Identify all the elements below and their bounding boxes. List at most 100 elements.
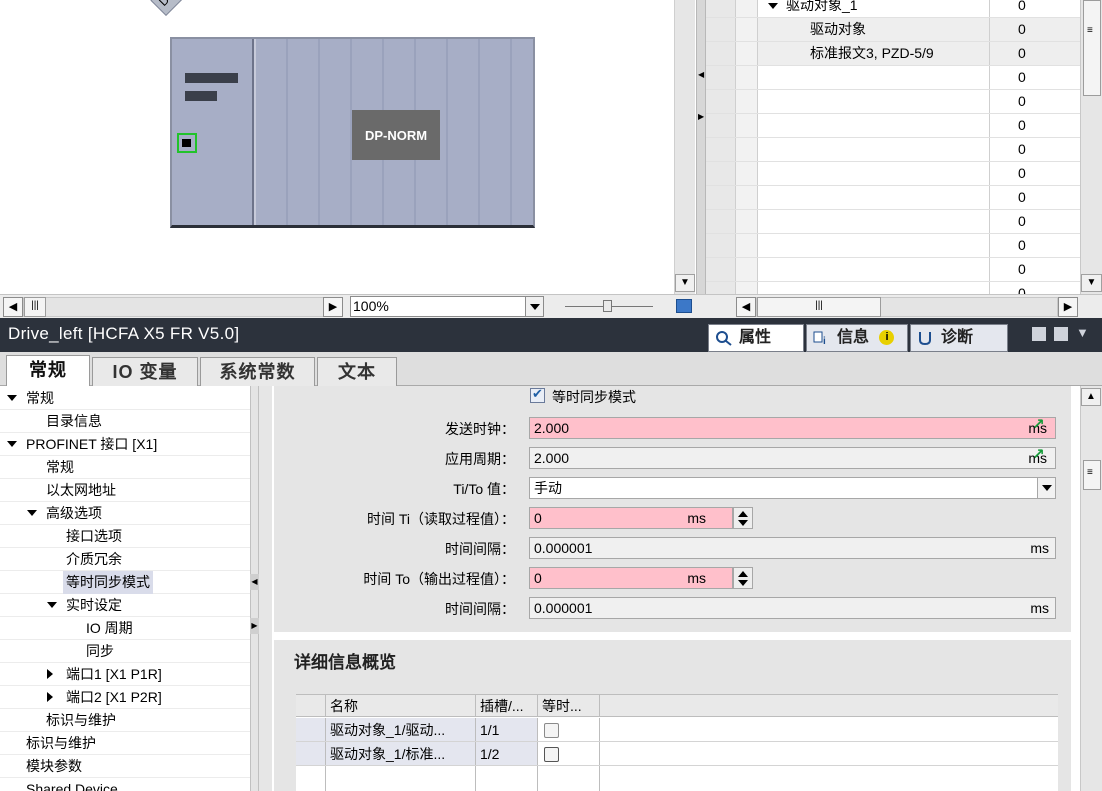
nav-tree-item[interactable]: 常规 [0, 387, 250, 410]
overview-row[interactable]: 0 [706, 162, 1080, 186]
nav-tree-item[interactable]: 标识与维护 [0, 732, 250, 755]
scroll-right-button[interactable]: ▶ [1058, 297, 1078, 317]
nav-tree-item[interactable]: 目录信息 [0, 410, 250, 433]
row-iso-checkbox[interactable] [544, 723, 559, 738]
ti-input[interactable]: 0 ms [529, 507, 733, 529]
overview-row[interactable]: 0 [706, 186, 1080, 210]
nav-tree-item[interactable]: 标识与维护 [0, 709, 250, 732]
nav-tree-item[interactable]: 高级选项 [0, 502, 250, 525]
collapse-right-icon[interactable]: ▶ [698, 112, 704, 121]
tab-info[interactable]: i 信息 i [806, 324, 908, 352]
zoom-slider-knob[interactable] [603, 300, 612, 312]
overview-row[interactable]: 驱动对象_1 0 [706, 0, 1080, 18]
head-module[interactable] [172, 39, 254, 225]
scroll-down-button[interactable]: ▼ [675, 274, 695, 292]
overview-horizontal-scrollbar[interactable]: ||| [756, 297, 1058, 317]
nav-tree-item[interactable]: 以太网地址 [0, 479, 250, 502]
properties-scrollbar[interactable]: ▲ ≡ [1080, 386, 1102, 791]
goto-link-icon[interactable]: ↗ [1032, 447, 1046, 462]
tab-general[interactable]: 常规 [6, 355, 90, 387]
scrollbar-thumb[interactable]: ||| [24, 297, 46, 317]
row-iso-checkbox[interactable] [544, 747, 559, 762]
scroll-down-button[interactable]: ▼ [1081, 274, 1102, 292]
scrollbar-thumb[interactable]: ||| [757, 297, 881, 317]
horizontal-scrollbar[interactable]: ||| [23, 297, 326, 317]
overview-row[interactable]: 0 [706, 234, 1080, 258]
column-header-name[interactable]: 名称 [326, 695, 476, 716]
column-header-iso[interactable]: 等时... [538, 695, 600, 716]
column-header-slot[interactable]: 插槽/... [476, 695, 538, 716]
scroll-up-button[interactable]: ▲ [1081, 388, 1101, 406]
nav-tree-item[interactable]: PROFINET 接口 [X1] [0, 433, 250, 456]
scroll-right-button[interactable]: ▶ [323, 297, 343, 317]
row-marker-cell [736, 66, 758, 89]
nav-tree-item[interactable]: 接口选项 [0, 525, 250, 548]
tab-io-tags[interactable]: IO 变量 [92, 357, 198, 386]
scrollbar-thumb[interactable]: ≡ [1083, 0, 1101, 96]
collapse-arrow-icon[interactable] [47, 669, 53, 679]
overview-row[interactable]: 0 [706, 258, 1080, 282]
nav-tree-item[interactable]: 常规 [0, 456, 250, 479]
to-input[interactable]: 0 ms [529, 567, 733, 589]
row-header-cell [706, 234, 736, 257]
zoom-select[interactable]: 100% [350, 296, 544, 317]
nav-tree-item[interactable]: 端口1 [X1 P1R] [0, 663, 250, 686]
table-row[interactable]: 驱动对象_1/驱动... 1/1 [296, 718, 1058, 742]
tab-diagnostics[interactable]: 诊断 [910, 324, 1008, 352]
nav-tree-item[interactable]: Shared Device [0, 778, 250, 791]
scroll-left-button[interactable]: ◀ [736, 297, 756, 317]
nav-tree-item[interactable]: IO 周期 [0, 617, 250, 640]
overview-row[interactable]: 标准报文3, PZD-5/9 0 [706, 42, 1080, 66]
overview-row[interactable]: 0 [706, 138, 1080, 162]
isochronous-mode-checkbox[interactable] [530, 386, 545, 403]
collapse-left-icon[interactable]: ◀ [698, 70, 704, 79]
device-view-vertical-scrollbar[interactable]: ▼ [674, 0, 695, 294]
view-splitter[interactable]: ◀ ▶ [696, 0, 706, 318]
tab-system-constants[interactable]: 系统常数 [200, 357, 315, 386]
nav-splitter[interactable] [259, 386, 272, 791]
device-view-canvas[interactable]: Drive_ DP-NORM [0, 0, 696, 294]
nav-tree-item[interactable]: 端口2 [X1 P2R] [0, 686, 250, 709]
maximize-icon[interactable] [1054, 327, 1068, 341]
chevron-down-icon[interactable] [525, 297, 543, 316]
expand-arrow-icon[interactable] [7, 395, 17, 401]
dp-norm-module[interactable]: DP-NORM [352, 110, 440, 160]
nav-tree-item-label: 等时同步模式 [63, 571, 153, 594]
expand-arrow-icon[interactable] [768, 3, 778, 10]
chevron-down-icon[interactable] [1037, 478, 1055, 498]
scrollbar-thumb[interactable]: ≡ [1083, 460, 1101, 490]
device-rack[interactable]: DP-NORM [170, 37, 535, 228]
overview-row[interactable]: 0 [706, 66, 1080, 90]
nav-tree-item[interactable]: 模块参数 [0, 755, 250, 778]
expand-nav-icon[interactable]: ▶ [250, 618, 259, 634]
tab-properties[interactable]: 属性 [708, 324, 804, 352]
overview-row[interactable]: 驱动对象 0 [706, 18, 1080, 42]
nav-tree-item[interactable]: 同步 [0, 640, 250, 663]
overview-value-cell: 0 [1018, 189, 1026, 205]
collapse-arrow-icon[interactable] [47, 692, 53, 702]
profinet-port-icon[interactable] [177, 133, 197, 153]
to-stepper[interactable] [733, 567, 753, 589]
tito-select[interactable]: 手动 [529, 477, 1056, 499]
nav-tree-item[interactable]: 介质冗余 [0, 548, 250, 571]
overview-row[interactable]: 0 [706, 210, 1080, 234]
float-window-icon[interactable] [1032, 327, 1046, 341]
zoom-fit-icon[interactable] [676, 299, 692, 313]
table-row[interactable]: 驱动对象_1/标准... 1/2 [296, 742, 1058, 766]
tab-texts[interactable]: 文本 [317, 357, 397, 386]
goto-link-icon[interactable]: ↗ [1032, 417, 1046, 432]
collapse-panel-icon[interactable]: ▼ [1076, 325, 1089, 340]
expand-arrow-icon[interactable] [27, 510, 37, 516]
nav-tree-item[interactable]: 实时设定 [0, 594, 250, 617]
scroll-left-button[interactable]: ◀ [3, 297, 23, 317]
nav-tree-item[interactable]: 等时同步模式 [0, 571, 250, 594]
overview-row[interactable]: 0 [706, 114, 1080, 138]
overview-row[interactable]: 0 [706, 90, 1080, 114]
expand-arrow-icon[interactable] [7, 441, 17, 447]
overview-row[interactable]: 0 [706, 282, 1080, 294]
drive-tab-label[interactable]: Drive_ [150, 0, 210, 16]
collapse-nav-icon[interactable]: ◀ [250, 574, 259, 590]
expand-arrow-icon[interactable] [47, 602, 57, 608]
ti-stepper[interactable] [733, 507, 753, 529]
overview-vertical-scrollbar[interactable]: ≡ ▼ [1080, 0, 1102, 294]
